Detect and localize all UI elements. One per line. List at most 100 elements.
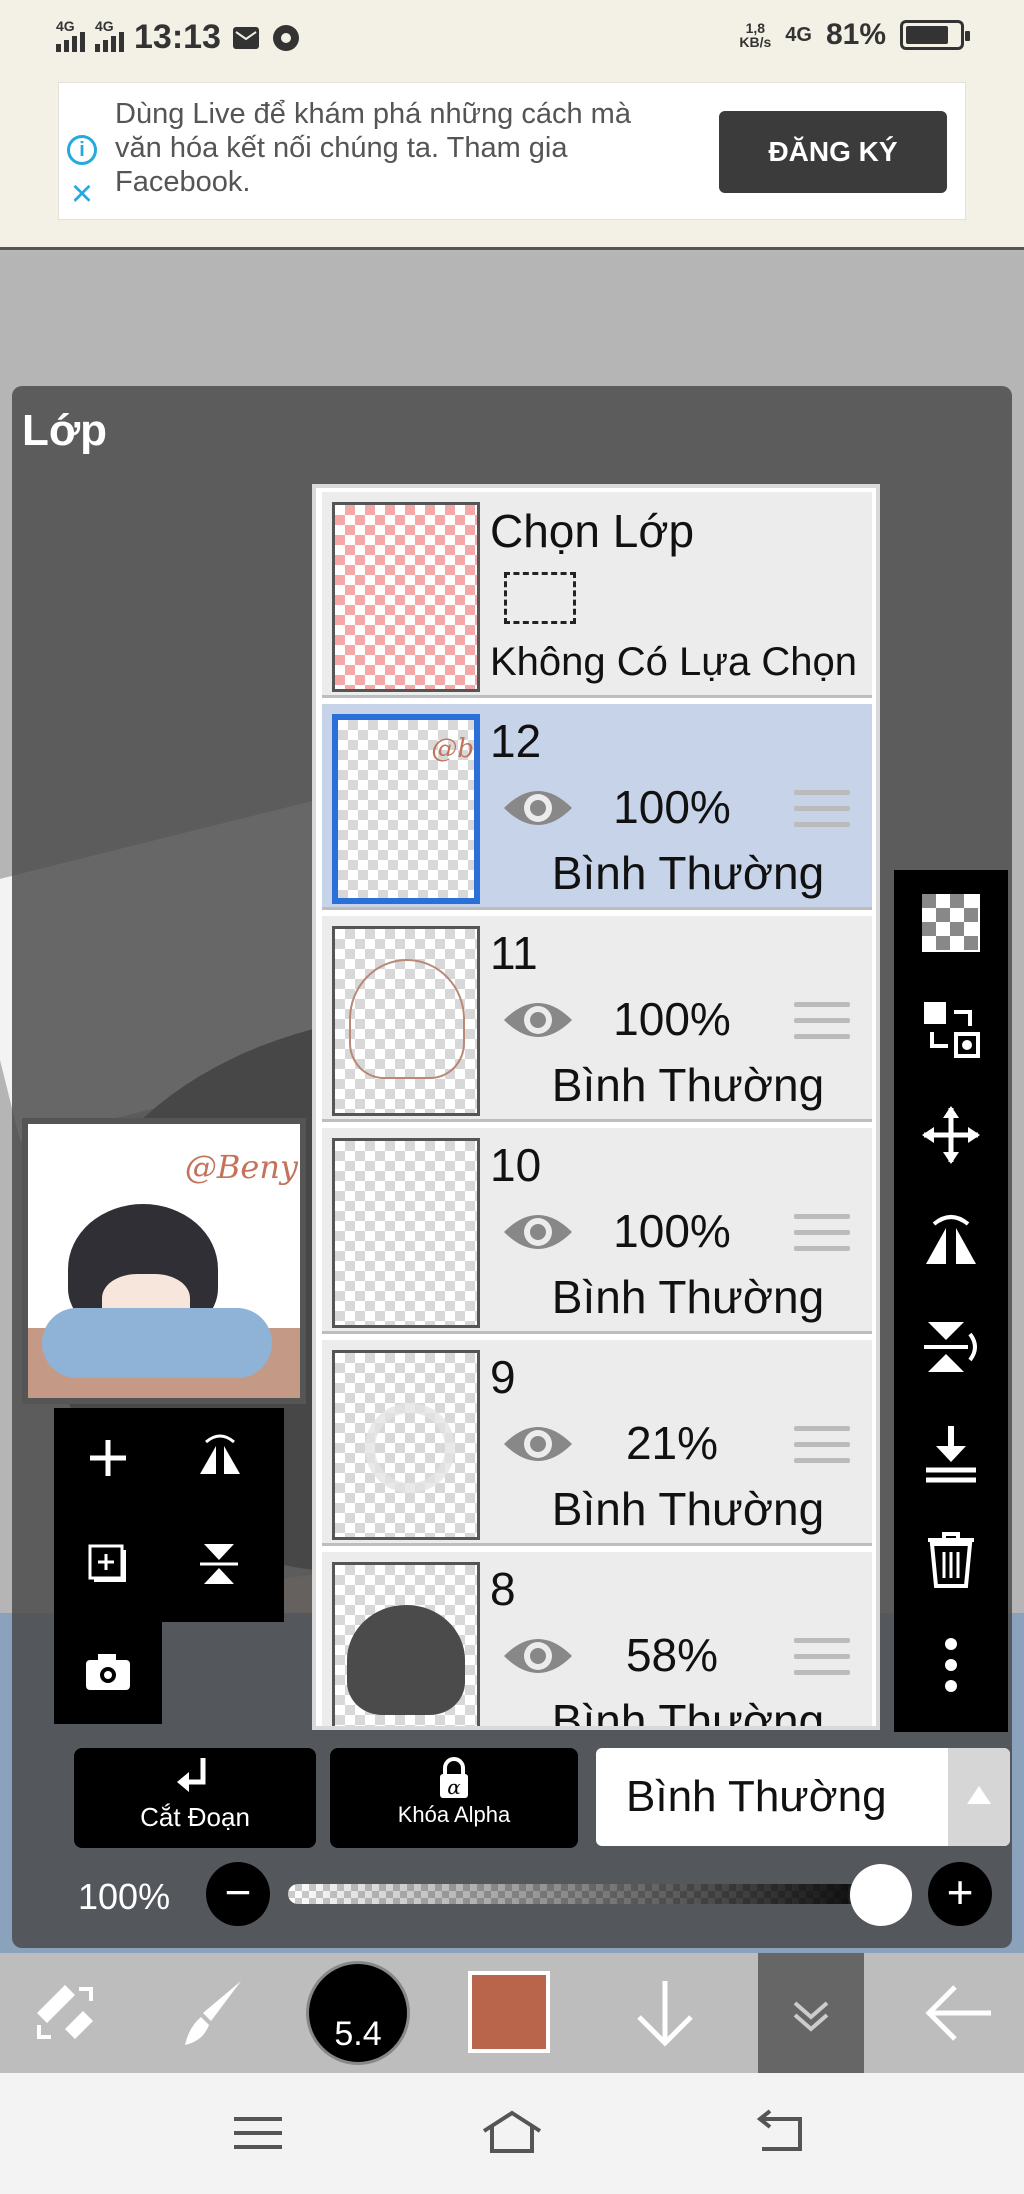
ad-text: Dùng Live để khám phá những cách mà văn … xyxy=(115,98,631,198)
layer-opacity: 58% xyxy=(625,1629,719,1681)
drag-handle-icon[interactable] xyxy=(794,1214,850,1256)
selection-layer-row[interactable]: Chọn Lớp Không Có Lựa Chọn xyxy=(322,492,872,698)
clipping-label: Cắt Đoạn xyxy=(140,1802,250,1832)
bottom-toolbar: 5.4 xyxy=(0,1953,1024,2073)
drag-handle-icon[interactable] xyxy=(794,1002,850,1044)
camera-button[interactable] xyxy=(54,1622,162,1722)
ad-area: i × Dùng Live để khám phá những cách mà … xyxy=(0,80,1024,250)
down-button[interactable] xyxy=(610,1953,720,2073)
flip-vertical-icon xyxy=(200,1544,238,1584)
layer-transfer-icon xyxy=(924,1002,980,1058)
opacity-increase-button[interactable]: + xyxy=(928,1862,992,1926)
back-button[interactable] xyxy=(904,1953,1014,2073)
more-options-button[interactable] xyxy=(894,1612,1008,1718)
clipping-button[interactable]: Cắt Đoạn xyxy=(74,1748,316,1848)
battery-icon xyxy=(900,20,970,50)
opacity-slider-track[interactable] xyxy=(288,1884,896,1904)
trash-icon xyxy=(928,1532,974,1588)
layer-blend-mode: Bình Thường xyxy=(551,847,825,899)
flip-horizontal-button[interactable] xyxy=(894,1188,1008,1294)
menu-icon[interactable] xyxy=(218,2101,298,2165)
network-type-2: 4G xyxy=(95,17,114,34)
opacity-slider-handle[interactable] xyxy=(849,1864,912,1926)
brush-size-button[interactable]: 5.4 xyxy=(306,1961,410,2065)
speed-value: 1,8 xyxy=(745,20,766,36)
selection-marquee-icon xyxy=(504,572,576,624)
chevron-up-icon[interactable] xyxy=(948,1748,1010,1846)
layer-thumbnail xyxy=(332,926,480,1116)
blend-mode-value: Bình Thường xyxy=(626,1772,887,1821)
layer-row[interactable]: 9 21% Bình Thường xyxy=(322,1340,872,1546)
status-bar: 4G 4G 13:13 1,8 KB/s 4G 81% xyxy=(0,0,1024,80)
close-icon[interactable]: × xyxy=(65,175,99,213)
layer-row[interactable]: @b 12 100% Bình Thường xyxy=(322,704,872,910)
layer-thumbnail xyxy=(332,1350,480,1540)
canvas-preview[interactable]: @Beny xyxy=(22,1118,306,1404)
drag-handle-icon[interactable] xyxy=(794,790,850,832)
brush-button[interactable] xyxy=(160,1953,270,2073)
opacity-label: 100% xyxy=(78,1876,171,1917)
flip-horizontal-icon xyxy=(926,1215,976,1264)
eye-icon[interactable] xyxy=(500,1202,576,1262)
layer-opacity: 100% xyxy=(613,1205,731,1257)
merge-down-button[interactable] xyxy=(894,1400,1008,1506)
delete-layer-button[interactable] xyxy=(894,1506,1008,1612)
drag-handle-icon[interactable] xyxy=(794,1638,850,1680)
home-icon[interactable] xyxy=(472,2101,552,2165)
tool-swap-button[interactable] xyxy=(10,1953,120,2073)
left-layer-tools xyxy=(54,1408,284,1724)
layer-row[interactable]: 10 100% Bình Thường xyxy=(322,1128,872,1334)
eye-icon[interactable] xyxy=(500,778,576,838)
layer-number: 11 xyxy=(490,927,538,979)
eye-icon[interactable] xyxy=(500,1626,576,1686)
clip-arrow-icon xyxy=(177,1758,206,1792)
back-icon[interactable] xyxy=(742,2101,822,2165)
status-bar-left: 4G 4G 13:13 xyxy=(56,18,301,57)
flip-vertical-button[interactable] xyxy=(894,1294,1008,1400)
signup-button[interactable]: ĐĂNG KÝ xyxy=(719,111,947,193)
layer-row[interactable]: 8 58% Bình Thường xyxy=(322,1552,872,1726)
network-type-1: 4G xyxy=(56,17,75,34)
network-type-3: 4G xyxy=(785,23,812,46)
layer-opacity: 100% xyxy=(613,993,731,1045)
flip-layer-vertical-button[interactable] xyxy=(166,1514,274,1614)
expand-button[interactable] xyxy=(758,1953,864,2073)
chrome-icon xyxy=(272,24,299,51)
transparency-button[interactable] xyxy=(894,870,1008,976)
layer-row[interactable]: 11 100% Bình Thường xyxy=(322,916,872,1122)
eye-icon[interactable] xyxy=(500,990,576,1050)
ad-banner[interactable]: i × Dùng Live để khám phá những cách mà … xyxy=(58,82,966,220)
layer-opacity: 21% xyxy=(625,1417,719,1469)
drag-handle-icon[interactable] xyxy=(794,1426,850,1468)
layer-transfer-button[interactable] xyxy=(894,976,1008,1082)
eye-icon[interactable] xyxy=(500,1414,576,1474)
color-swatch[interactable] xyxy=(468,1971,550,2053)
opacity-decrease-button[interactable]: − xyxy=(206,1862,270,1926)
alpha-lock-button[interactable]: α Khóa Alpha xyxy=(330,1748,578,1848)
duplicate-layer-button[interactable] xyxy=(54,1514,162,1614)
preview-art xyxy=(42,1308,272,1378)
layer-panel: Lớp @Beny Chọn Lớp Không Có Lựa Chọn @b … xyxy=(12,386,1012,1948)
layer-thumbnail-signature: @b xyxy=(431,734,474,764)
info-icon[interactable]: i xyxy=(67,135,97,165)
expand-icon xyxy=(793,2001,829,2032)
layer-blend-mode: Bình Thường xyxy=(551,1483,825,1535)
more-icon xyxy=(945,1638,957,1692)
alpha-lock-label: Khóa Alpha xyxy=(397,1802,511,1827)
battery-fill xyxy=(906,26,948,44)
clock: 13:13 xyxy=(134,18,221,56)
layer-blend-mode: Bình Thường xyxy=(551,1271,825,1323)
layer-number: 8 xyxy=(490,1563,516,1615)
back-arrow-icon xyxy=(925,1985,991,2041)
move-button[interactable] xyxy=(894,1082,1008,1188)
layer-list[interactable]: Chọn Lớp Không Có Lựa Chọn @b 12 100% Bì… xyxy=(312,484,880,1730)
selection-layer-thumbnail xyxy=(332,502,480,692)
add-layer-button[interactable] xyxy=(54,1408,162,1508)
layer-opacity: 100% xyxy=(613,781,731,833)
selection-layer-title: Chọn Lớp xyxy=(490,505,695,557)
flip-layer-horizontal-button[interactable] xyxy=(166,1408,274,1508)
layer-thumbnail-art xyxy=(347,1605,465,1715)
signal-2-icon: 4G xyxy=(95,18,124,52)
brush-size-value: 5.4 xyxy=(334,2015,382,2053)
blend-mode-select[interactable]: Bình Thường xyxy=(596,1748,1010,1846)
